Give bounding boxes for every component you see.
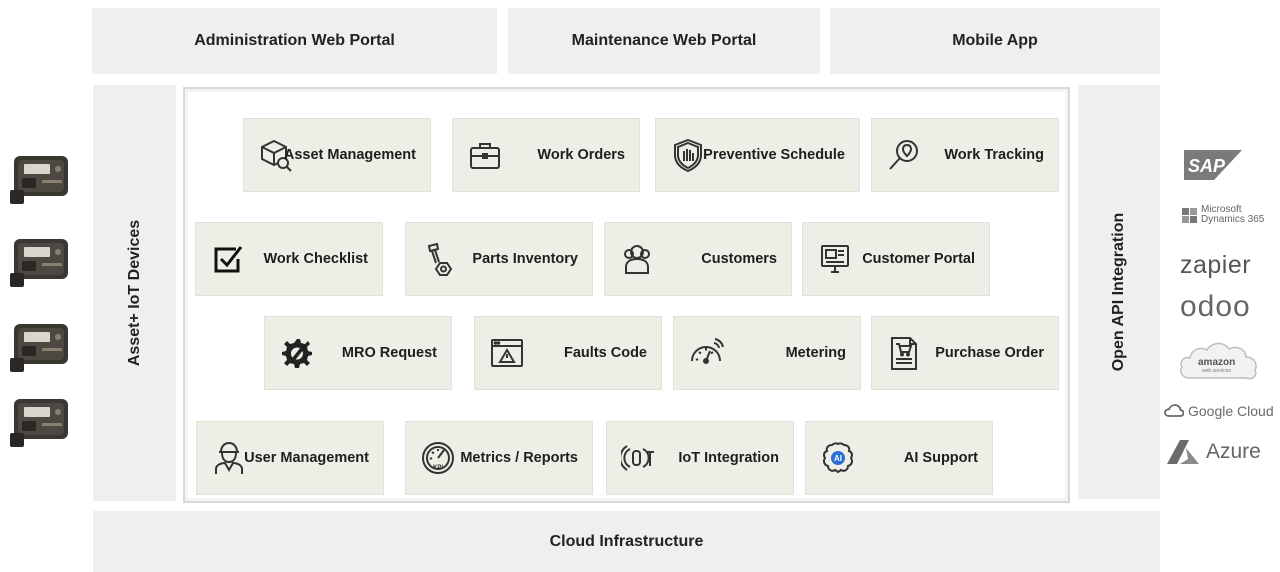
amazon-label: amazon	[1198, 357, 1236, 368]
module-label: Asset Management	[283, 147, 416, 163]
people-icon	[619, 241, 655, 277]
module-work-tracking: Work Tracking	[871, 118, 1059, 192]
magnifier-pin-icon	[886, 137, 922, 173]
azure-icon	[1167, 440, 1199, 464]
module-metering: Metering	[673, 316, 861, 390]
iot-device-1	[8, 150, 74, 208]
module-label: IoT Integration	[678, 450, 779, 466]
aws-sub-label: web services	[1202, 368, 1231, 374]
aws-logo: amazon web services	[1176, 338, 1260, 386]
svg-text:KPI: KPI	[433, 465, 443, 471]
module-label: Purchase Order	[935, 345, 1044, 361]
module-label: Customer Portal	[862, 251, 975, 267]
azure-logo: Azure	[1166, 439, 1261, 465]
iot-signal-icon	[621, 440, 657, 476]
module-customers: Customers	[604, 222, 792, 296]
iot-devices-label: Asset+ IoT Devices	[125, 219, 143, 367]
odoo-logo: odoo	[1180, 290, 1251, 323]
mobile-app-label: Mobile App	[952, 32, 1038, 49]
maintenance-web-portal-label: Maintenance Web Portal	[571, 32, 757, 49]
module-label: MRO Request	[341, 345, 437, 361]
wrench-gear-icon	[279, 335, 315, 371]
svg-text:SAP: SAP	[1188, 156, 1226, 176]
bolt-nut-icon	[420, 241, 456, 277]
iot-device-4	[8, 393, 74, 451]
module-label: Work Checklist	[263, 251, 369, 267]
module-metrics-reports: KPI Metrics / Reports	[405, 421, 593, 495]
worker-icon	[211, 440, 247, 476]
module-label: Work Tracking	[944, 147, 1044, 163]
dynamics-label: Dynamics 365	[1201, 214, 1265, 225]
azure-label: Azure	[1206, 440, 1261, 463]
iot-device-3	[8, 318, 74, 376]
sap-logo: SAP	[1184, 150, 1242, 180]
module-label: Metrics / Reports	[460, 450, 578, 466]
module-label: Parts Inventory	[472, 251, 578, 267]
module-label: Customers	[701, 251, 777, 267]
cart-document-icon	[886, 335, 922, 371]
zapier-logo: zapier	[1180, 251, 1252, 279]
module-label: Work Orders	[537, 147, 625, 163]
module-preventive-schedule: Preventive Schedule	[655, 118, 860, 192]
iot-devices-panel: Asset+ IoT Devices	[93, 85, 176, 501]
ai-brain-icon: AI	[820, 440, 856, 476]
microsoft-squares-icon	[1182, 207, 1197, 223]
admin-web-portal-label: Administration Web Portal	[194, 32, 395, 49]
module-label: Preventive Schedule	[703, 147, 845, 163]
briefcase-icon	[467, 137, 503, 173]
iot-device-2	[8, 233, 74, 291]
google-cloud-label: Google Cloud	[1188, 403, 1274, 419]
module-ai-support: AI AI Support	[805, 421, 993, 495]
module-purchase-order: Purchase Order	[871, 316, 1059, 390]
module-label: Faults Code	[564, 345, 647, 361]
gauge-icon	[688, 335, 724, 371]
module-asset-management: Asset Management	[243, 118, 431, 192]
module-label: AI Support	[903, 450, 978, 466]
google-cloud-logo: Google Cloud	[1164, 403, 1274, 419]
checkbox-icon	[210, 241, 246, 277]
mobile-app: Mobile App	[830, 8, 1160, 74]
kpi-gauge-icon: KPI	[420, 440, 456, 476]
google-cloud-icon	[1164, 404, 1184, 417]
open-api-label: Open API Integration	[1110, 212, 1127, 372]
module-label: User Management	[244, 450, 369, 466]
open-api-panel: Open API Integration	[1078, 85, 1160, 499]
module-customer-portal: Customer Portal	[802, 222, 990, 296]
module-user-management: User Management	[196, 421, 384, 495]
monitor-icon	[817, 241, 853, 277]
microsoft-dynamics-logo: Microsoft Dynamics 365	[1182, 205, 1264, 225]
cloud-infrastructure: Cloud Infrastructure	[93, 511, 1160, 572]
shield-hand-icon	[670, 137, 706, 173]
module-parts-inventory: Parts Inventory	[405, 222, 593, 296]
module-faults-code: Faults Code	[474, 316, 662, 390]
maintenance-web-portal: Maintenance Web Portal	[508, 8, 820, 74]
module-label: Metering	[785, 345, 846, 361]
admin-web-portal: Administration Web Portal	[92, 8, 497, 74]
svg-text:AI: AI	[834, 454, 842, 463]
module-work-checklist: Work Checklist	[195, 222, 383, 296]
warning-window-icon	[489, 335, 525, 371]
module-mro-request: MRO Request	[264, 316, 452, 390]
module-work-orders: Work Orders	[452, 118, 640, 192]
cloud-infrastructure-label: Cloud Infrastructure	[549, 532, 704, 550]
module-iot-integration: IoT Integration	[606, 421, 794, 495]
